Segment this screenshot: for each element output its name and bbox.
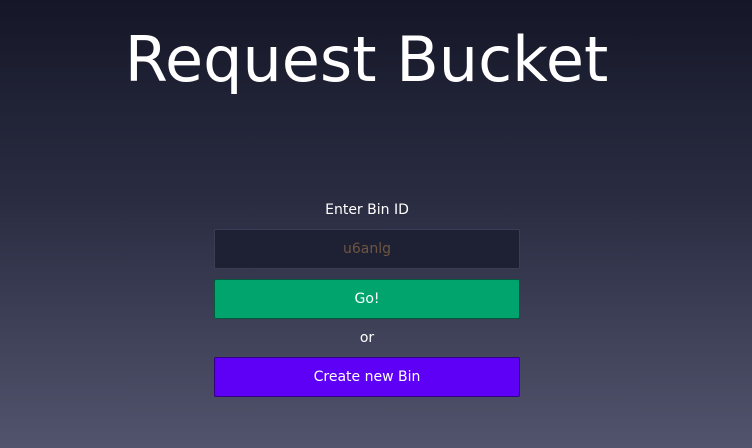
bin-id-input[interactable] — [214, 229, 520, 269]
page-title: Request Bucket — [124, 23, 609, 96]
bin-id-label: Enter Bin ID — [325, 202, 409, 218]
bin-form: Enter Bin ID Go! or Create new Bin — [214, 200, 520, 397]
create-bin-button[interactable]: Create new Bin — [214, 357, 520, 397]
or-separator: or — [359, 330, 375, 346]
go-button[interactable]: Go! — [214, 279, 520, 319]
